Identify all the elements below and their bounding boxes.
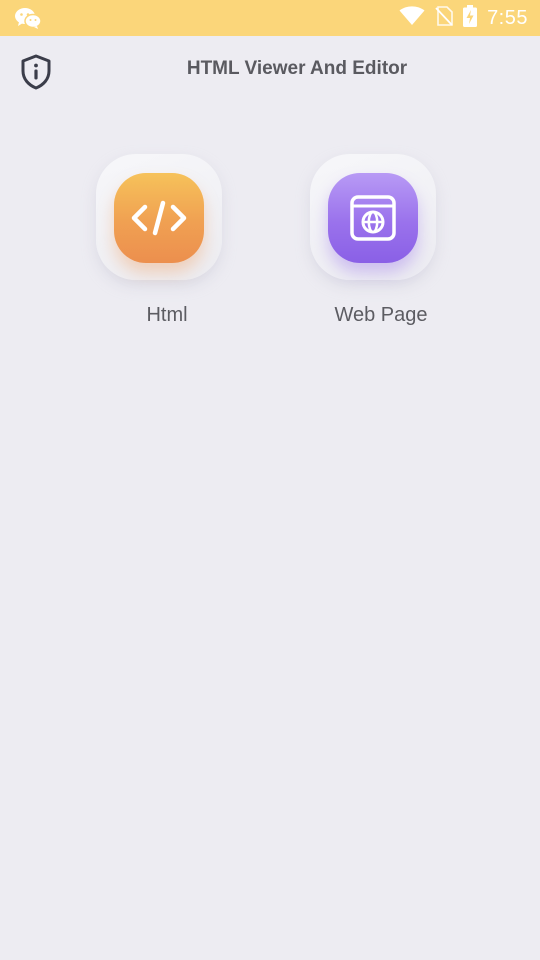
code-brackets-icon: [114, 173, 204, 263]
html-tile-label: Html: [146, 304, 188, 326]
status-right-group: 7:55: [389, 0, 528, 36]
wechat-icon: [14, 7, 42, 29]
web-page-tile-label: Web Page: [334, 304, 428, 326]
web-page-tile-button[interactable]: Web Page: [301, 154, 461, 334]
html-tile-button[interactable]: Html: [87, 154, 247, 334]
wifi-icon: [399, 5, 425, 31]
no-sim-icon: [435, 5, 453, 31]
web-page-globe-icon: [328, 173, 418, 263]
app-bar: HTML Viewer And Editor: [0, 36, 540, 106]
battery-charging-icon: [463, 4, 478, 32]
status-bar: 7:55: [0, 0, 540, 36]
status-time: 7:55: [487, 6, 528, 29]
page-title: HTML Viewer And Editor: [186, 58, 408, 79]
